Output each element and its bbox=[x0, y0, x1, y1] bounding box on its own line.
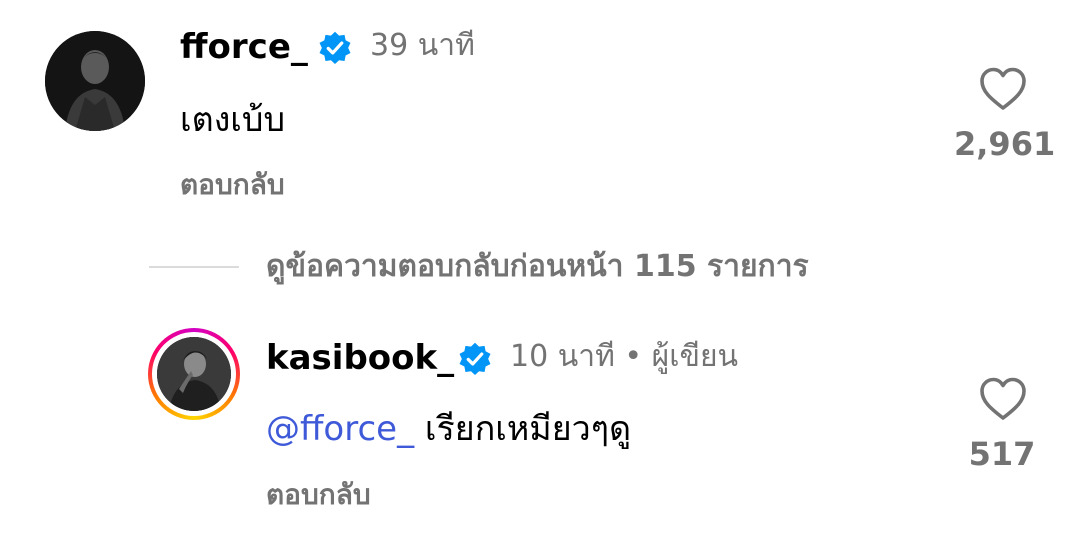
avatar-photo bbox=[45, 31, 145, 131]
reply-username[interactable]: kasibook_ bbox=[266, 338, 454, 378]
reply-time: 10 นาที bbox=[510, 339, 615, 374]
reply-text: @fforce_ เรียกเหมียวๆดู bbox=[266, 407, 631, 451]
author-label: ผู้เขียน bbox=[651, 339, 739, 374]
separator-dot: • bbox=[624, 339, 643, 374]
reply-time-row: 10 นาที • ผู้เขียน bbox=[510, 337, 738, 377]
verified-badge-icon bbox=[459, 342, 491, 376]
reply-message: เรียกเหมียวๆดู bbox=[414, 409, 632, 449]
like-count: 517 bbox=[968, 435, 1036, 473]
comment-username[interactable]: fforce_ bbox=[180, 27, 308, 67]
avatar-photo-graphic bbox=[157, 337, 231, 411]
heart-outline-icon[interactable] bbox=[978, 66, 1028, 112]
mention-link[interactable]: @fforce_ bbox=[266, 409, 414, 449]
reply-button[interactable]: ตอบกลับ bbox=[266, 477, 371, 513]
comment-time: 39 นาที bbox=[370, 28, 475, 63]
view-previous-replies-button[interactable]: ดูข้อความตอบกลับก่อนหน้า 115 รายการ bbox=[266, 247, 809, 287]
comment-text: เตงเบ้บ bbox=[180, 100, 286, 140]
avatar-kasibook[interactable] bbox=[148, 328, 240, 420]
avatar-fforce[interactable] bbox=[45, 31, 145, 131]
avatar-ring-gap bbox=[152, 332, 236, 416]
heart-outline-icon[interactable] bbox=[978, 376, 1028, 422]
reply-button[interactable]: ตอบกลับ bbox=[180, 167, 285, 203]
replies-divider bbox=[149, 266, 239, 268]
like-count: 2,961 bbox=[954, 125, 1056, 163]
verified-badge-icon bbox=[319, 31, 351, 65]
avatar-photo bbox=[157, 337, 231, 411]
